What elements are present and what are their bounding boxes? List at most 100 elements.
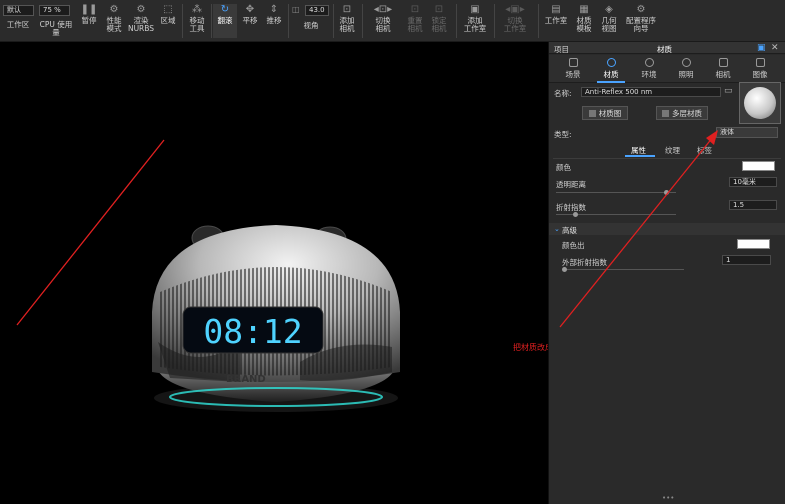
dolly-icon: ⇕	[269, 3, 279, 15]
material-template-button[interactable]: ▦ 材质 模板	[573, 4, 595, 38]
performance-mode-button[interactable]: ⚙ 性能 模式	[102, 4, 126, 38]
tab-image-label: 图像	[752, 70, 768, 79]
switch-studio-label: 切换 工作室	[503, 16, 527, 33]
material-template-icon: ▦	[579, 3, 589, 15]
advanced-section-header[interactable]: ⌄ 高级	[549, 223, 785, 235]
tab-lighting[interactable]: 照明	[668, 57, 704, 81]
tab-environment[interactable]: 环境	[631, 57, 667, 81]
material-graph-icon	[588, 109, 596, 117]
cpu-usage-label: CPU 使用量	[39, 20, 73, 37]
material-name-field[interactable]: Anti-Reflex 500 nm	[581, 87, 721, 97]
outer-ior-slider-knob[interactable]	[562, 267, 567, 272]
multilayer-material-button[interactable]: 多层材质	[656, 106, 708, 120]
studio-button[interactable]: ▤ 工作室	[542, 4, 570, 38]
resize-handle-icon[interactable]: •••	[662, 494, 674, 502]
image-icon	[755, 58, 765, 67]
region-button[interactable]: ⬚ 区域	[156, 4, 180, 38]
switch-studio-icon: ◂▣▸	[505, 3, 525, 15]
panel-title: 材质	[657, 45, 672, 54]
toolbar-divider	[362, 4, 363, 38]
material-graph-label: 材质图	[598, 108, 622, 118]
material-graph-button[interactable]: 材质图	[582, 106, 628, 120]
tumble-label: 翻滚	[217, 16, 233, 25]
subtab-divider	[553, 158, 781, 159]
workspace-button[interactable]: 工作区	[3, 21, 33, 35]
tab-material-label: 材质	[603, 70, 619, 79]
view-button[interactable]: 视角	[296, 22, 326, 34]
material-type-select[interactable]: 液体	[716, 127, 778, 138]
add-studio-label: 添加 工作室	[463, 16, 487, 33]
tab-camera[interactable]: 相机	[705, 57, 741, 81]
outer-ior-field[interactable]: 1	[722, 255, 771, 265]
color-out-swatch[interactable]	[737, 239, 770, 249]
render-nurbs-button[interactable]: ⚙ 渲染 NURBS	[128, 4, 154, 38]
tab-environment-label: 环境	[641, 70, 657, 79]
switch-camera-button[interactable]: ◂⊡▸ 切换 相机	[366, 4, 400, 38]
close-icon[interactable]: ✕	[771, 43, 779, 53]
material-preview[interactable]	[739, 82, 781, 124]
toolbar-divider	[538, 4, 539, 38]
move-tool-label: 移动 工具	[189, 16, 205, 33]
geometry-view-button[interactable]: ◈ 几何 视图	[598, 4, 620, 38]
reset-camera-icon: ⊡	[410, 3, 420, 15]
main-toolbar: 默认 75 % 工作区 CPU 使用量 ❚❚ 暂停 ⚙ 性能 模式 ⚙ 渲染 N…	[0, 0, 785, 42]
pan-icon: ✥	[245, 3, 255, 15]
dolly-button[interactable]: ⇕ 推移	[263, 4, 285, 38]
ior-field[interactable]: 1.5	[729, 200, 777, 210]
advanced-section-label: 高级	[562, 226, 577, 235]
transmission-slider-knob[interactable]	[664, 190, 670, 195]
subtab-labels[interactable]: 标签	[697, 145, 712, 156]
tab-image[interactable]: 图像	[742, 57, 778, 81]
annotation-line	[16, 139, 165, 326]
tab-scene[interactable]: 场景	[555, 57, 591, 81]
material-panel: 项目 材质 ▣ ✕ 场景 材质 环境 照明 相机 图像 名称: Anti-Ref…	[548, 42, 785, 504]
color-swatch[interactable]	[742, 161, 775, 171]
config-wizard-icon: ⚙	[636, 3, 646, 15]
preview-sphere	[744, 87, 776, 119]
move-tool-button[interactable]: ⁂ 移动 工具	[185, 4, 209, 38]
environment-icon	[644, 58, 654, 67]
subtab-textures[interactable]: 纹理	[665, 145, 680, 156]
switch-studio-button[interactable]: ◂▣▸ 切换 工作室	[498, 4, 532, 38]
ior-slider-knob[interactable]	[573, 212, 579, 217]
cpu-usage-field[interactable]: 75 %	[39, 5, 70, 16]
outer-ior-slider[interactable]	[564, 269, 684, 270]
camera-icon	[718, 58, 728, 67]
multilayer-label: 多层材质	[672, 108, 702, 118]
reset-camera-button[interactable]: ⊡ 重置 相机	[404, 4, 426, 38]
transmission-slider[interactable]	[556, 192, 676, 193]
pan-button[interactable]: ✥ 平移	[239, 4, 261, 38]
cpu-usage-button[interactable]: CPU 使用量	[36, 20, 76, 37]
dolly-label: 推移	[266, 16, 282, 25]
transmission-field[interactable]: 10毫米	[729, 177, 777, 187]
color-out-label: 颜色出	[562, 241, 585, 250]
tumble-icon: ↻	[220, 3, 230, 15]
geometry-view-icon: ◈	[605, 3, 613, 15]
material-template-label: 材质 模板	[576, 16, 592, 33]
panel-tabs: 场景 材质 环境 照明 相机 图像	[549, 55, 785, 83]
add-studio-button[interactable]: ▣ 添加 工作室	[460, 4, 490, 38]
add-camera-icon: ⊡	[342, 3, 352, 15]
preset-select[interactable]: 默认	[3, 5, 34, 16]
save-icon[interactable]: ▭	[724, 86, 733, 96]
tab-lighting-label: 照明	[678, 70, 694, 79]
tab-material[interactable]: 材质	[593, 57, 629, 83]
tab-scene-label: 场景	[565, 70, 581, 79]
pause-button[interactable]: ❚❚ 暂停	[78, 4, 100, 38]
annotation-arrow	[16, 139, 165, 326]
toolbar-divider	[494, 4, 495, 38]
pause-icon: ❚❚	[80, 3, 98, 15]
dock-icon[interactable]: ▣	[757, 43, 766, 53]
add-camera-button[interactable]: ⊡ 添加 相机	[336, 4, 358, 38]
render-viewport[interactable]: 08:12 BRAND 把材质改成液体	[0, 42, 548, 504]
annotation-text: 把材质改成液体	[513, 343, 548, 352]
fov-icon: ◫	[292, 5, 300, 14]
tumble-button[interactable]: ↻ 翻滚	[213, 4, 237, 38]
fov-field[interactable]: 43.0	[305, 5, 329, 16]
lock-camera-button[interactable]: ⊡ 锁定 相机	[428, 4, 450, 38]
config-wizard-label: 配置程序 向导	[626, 16, 656, 33]
workspace-label: 工作区	[6, 20, 30, 29]
config-wizard-button[interactable]: ⚙ 配置程序 向导	[624, 4, 658, 38]
studio-icon: ▤	[551, 3, 561, 15]
panel-header: 项目 材质 ▣ ✕	[549, 42, 785, 54]
